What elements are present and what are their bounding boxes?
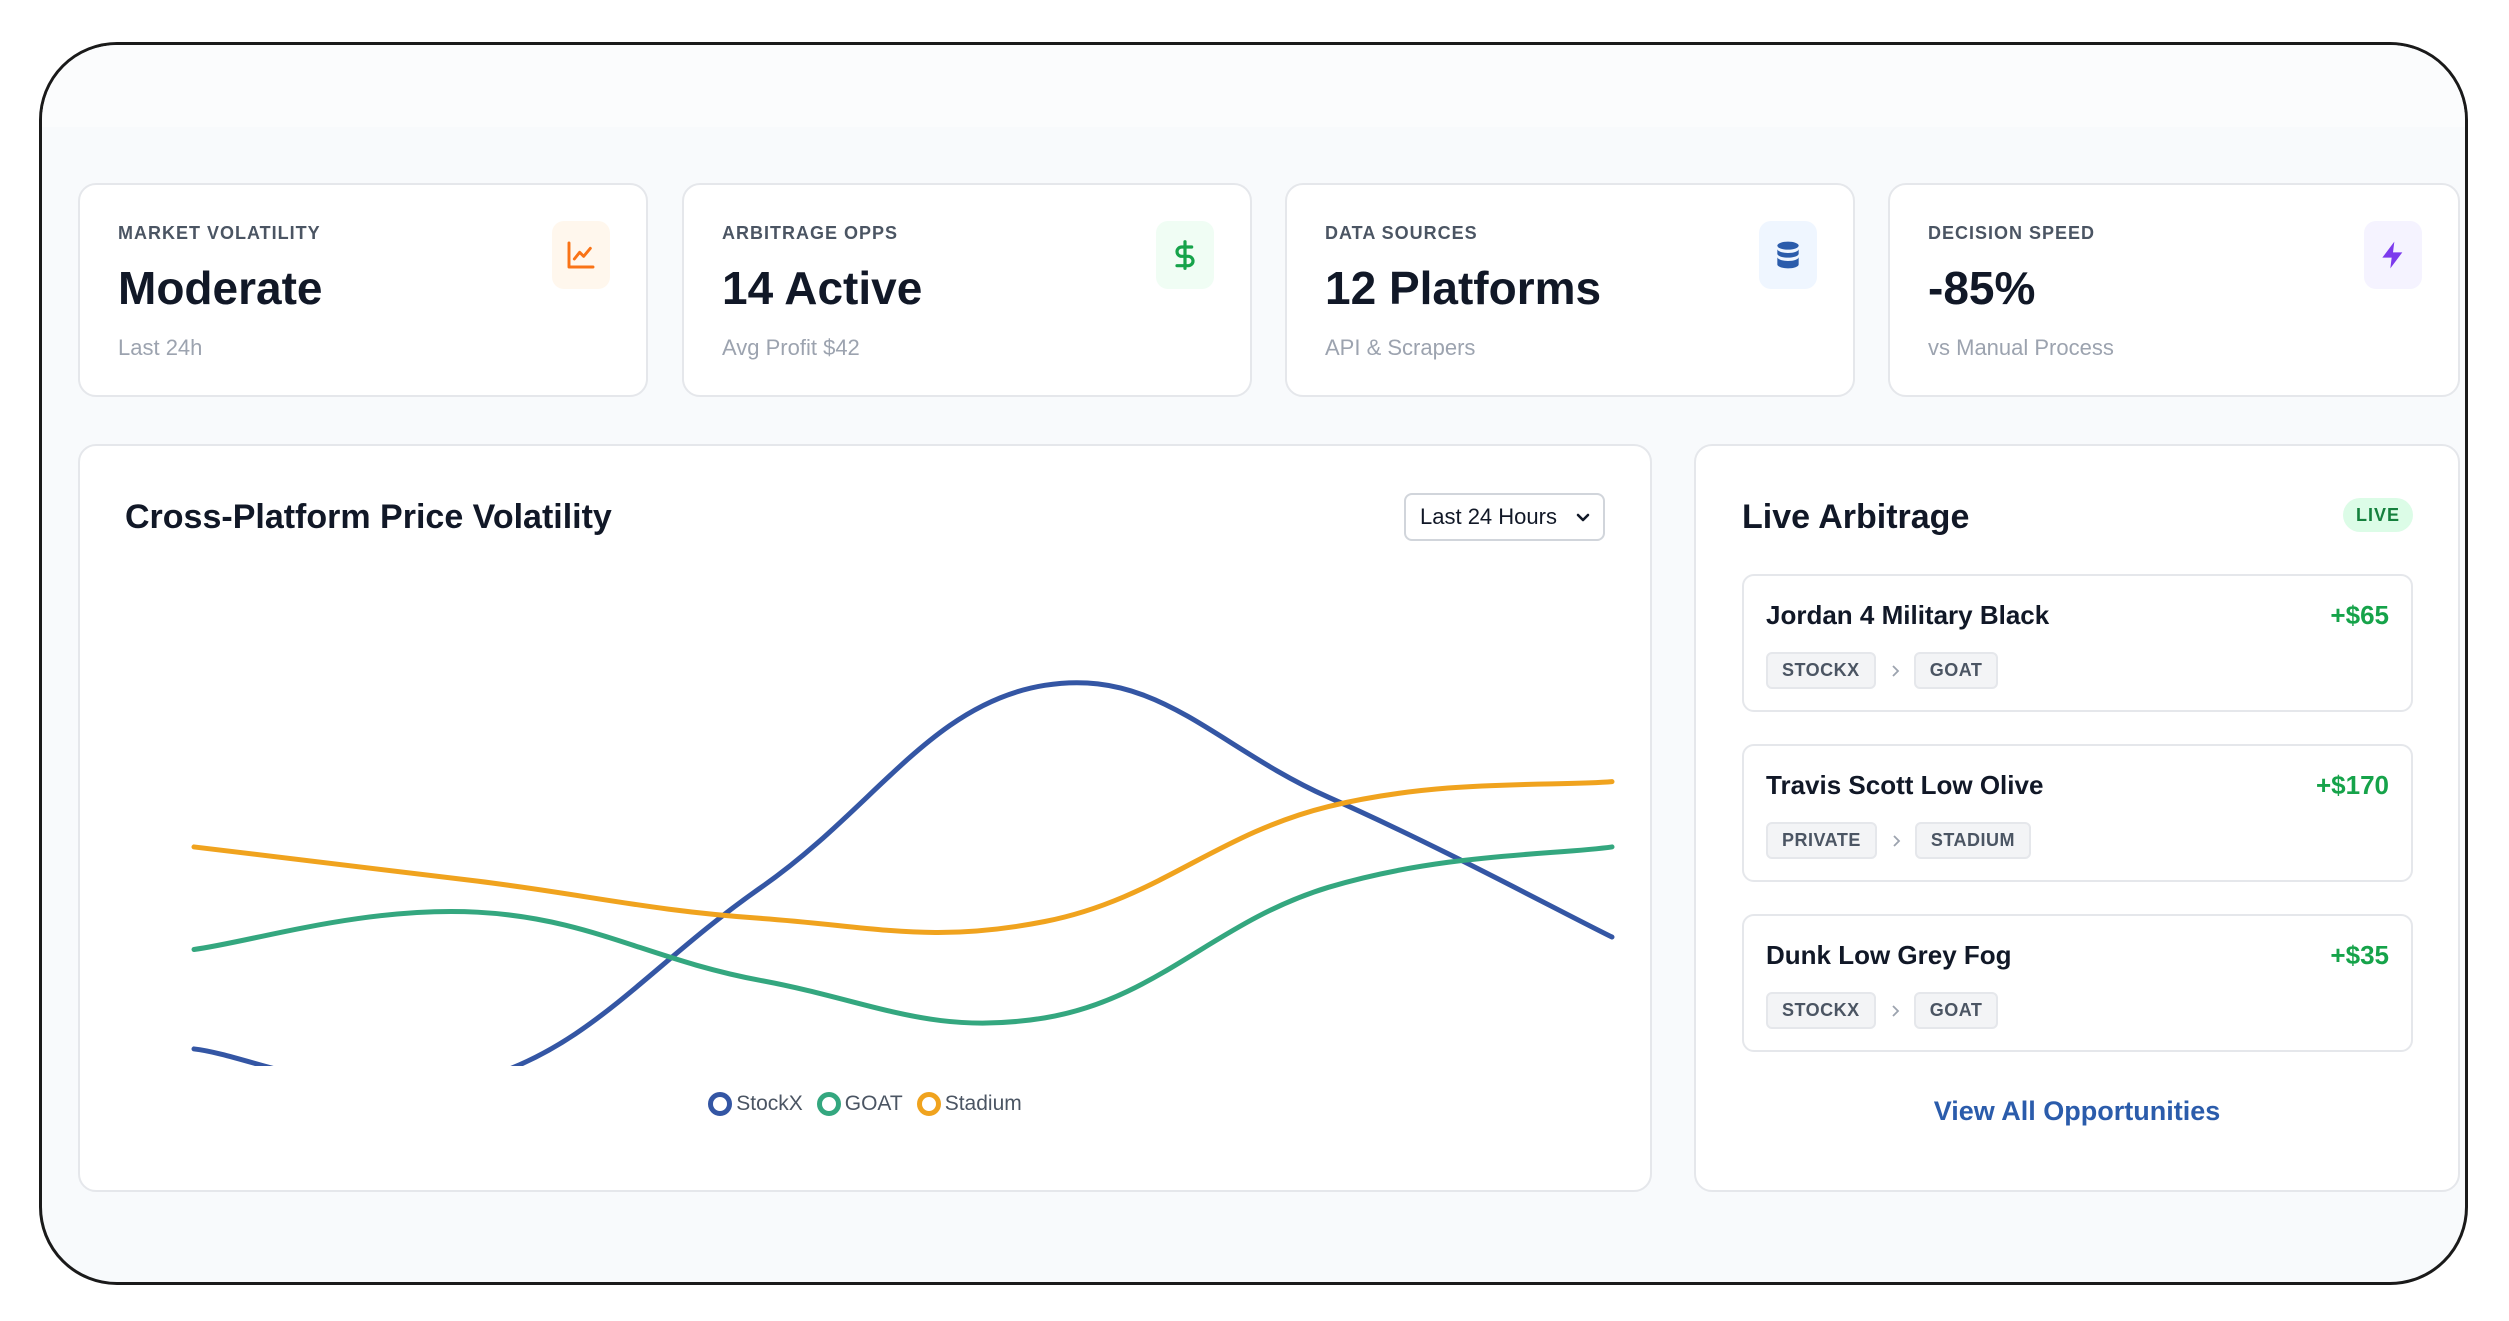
arbitrage-item-name: Travis Scott Low Olive xyxy=(1766,770,2044,800)
line-chart-icon xyxy=(552,221,610,289)
arbitrage-item-name: Dunk Low Grey Fog xyxy=(1766,940,2012,970)
view-all-opportunities-link[interactable]: View All Opportunities xyxy=(1696,1096,2458,1127)
stat-label: ARBITRAGE OPPS xyxy=(722,223,899,243)
stat-subtext: vs Manual Process xyxy=(1928,335,2114,360)
stat-subtext: API & Scrapers xyxy=(1325,335,1476,360)
arbitrage-item[interactable]: Jordan 4 Military Black +$65 STOCKX GOAT xyxy=(1742,574,2413,712)
arbitrage-route: STOCKX GOAT xyxy=(1766,992,1999,1029)
arbitrage-title: Live Arbitrage xyxy=(1742,498,1970,536)
target-platform-tag: STADIUM xyxy=(1914,822,2032,859)
arbitrage-item-name: Jordan 4 Military Black xyxy=(1766,600,2050,630)
legend-swatch xyxy=(816,1092,841,1116)
live-badge: LIVE xyxy=(2343,498,2413,532)
stat-card-data-sources: DATA SOURCES 12 Platforms API & Scrapers xyxy=(1285,183,1855,397)
legend-item-stadium[interactable]: Stadium xyxy=(916,1092,1022,1116)
top-bar xyxy=(42,45,2465,127)
live-arbitrage-panel: Live Arbitrage LIVE Jordan 4 Military Bl… xyxy=(1694,444,2460,1192)
dollar-icon xyxy=(1156,221,1214,289)
app-frame: MARKET VOLATILITY Moderate Last 24h ARBI… xyxy=(39,42,2468,1285)
chevron-right-icon xyxy=(1892,1004,1899,1017)
chart-panel: Cross-Platform Price Volatility Last 24 … xyxy=(78,444,1652,1192)
stat-subtext: Avg Profit $42 xyxy=(722,335,860,360)
chevron-right-icon xyxy=(1893,834,1901,847)
stat-value: -85% xyxy=(1928,262,2036,314)
stat-label: DATA SOURCES xyxy=(1325,223,1478,243)
stat-value: 12 Platforms xyxy=(1325,262,1602,314)
stat-label: DECISION SPEED xyxy=(1928,223,2096,243)
legend-item-stockx[interactable]: StockX xyxy=(708,1092,803,1116)
stat-value: 14 Active xyxy=(722,262,923,314)
arbitrage-item[interactable]: Travis Scott Low Olive +$170 PRIVATE STA… xyxy=(1742,744,2413,882)
stat-subtext: Last 24h xyxy=(118,335,203,360)
arbitrage-item-profit: +$65 xyxy=(2330,600,2389,630)
chevron-right-icon xyxy=(1892,664,1899,677)
legend-item-goat[interactable]: GOAT xyxy=(816,1092,903,1116)
stat-card-arbitrage-opps: ARBITRAGE OPPS 14 Active Avg Profit $42 xyxy=(682,183,1252,397)
arbitrage-item-profit: +$170 xyxy=(2315,770,2389,800)
stat-card-market-volatility: MARKET VOLATILITY Moderate Last 24h xyxy=(78,183,648,397)
arbitrage-item[interactable]: Dunk Low Grey Fog +$35 STOCKX GOAT xyxy=(1742,914,2413,1052)
stat-value: Moderate xyxy=(118,262,323,314)
stat-card-decision-speed: DECISION SPEED -85% vs Manual Process xyxy=(1888,183,2460,397)
legend-swatch xyxy=(708,1092,733,1116)
legend-label: Stadium xyxy=(944,1092,1022,1115)
legend-label: StockX xyxy=(736,1092,803,1115)
source-platform-tag: PRIVATE xyxy=(1766,822,1877,859)
volatility-line-chart: 08:0010:0012:0014:0016:0018:00 xyxy=(191,680,1615,1066)
bolt-icon xyxy=(2364,221,2422,289)
stat-label: MARKET VOLATILITY xyxy=(118,223,321,243)
legend-swatch xyxy=(916,1092,941,1116)
arbitrage-route: STOCKX GOAT xyxy=(1766,652,1999,689)
arbitrage-route: PRIVATE STADIUM xyxy=(1766,822,2032,859)
legend-label: GOAT xyxy=(844,1092,903,1115)
database-icon xyxy=(1759,221,1817,289)
arbitrage-item-profit: +$35 xyxy=(2330,940,2389,970)
target-platform-tag: GOAT xyxy=(1913,652,1999,689)
series-line-stadium xyxy=(191,779,1615,935)
chart-legend: StockX GOAT Stadium xyxy=(80,1092,1650,1116)
source-platform-tag: STOCKX xyxy=(1766,992,1876,1029)
target-platform-tag: GOAT xyxy=(1913,992,1999,1029)
source-platform-tag: STOCKX xyxy=(1766,652,1876,689)
